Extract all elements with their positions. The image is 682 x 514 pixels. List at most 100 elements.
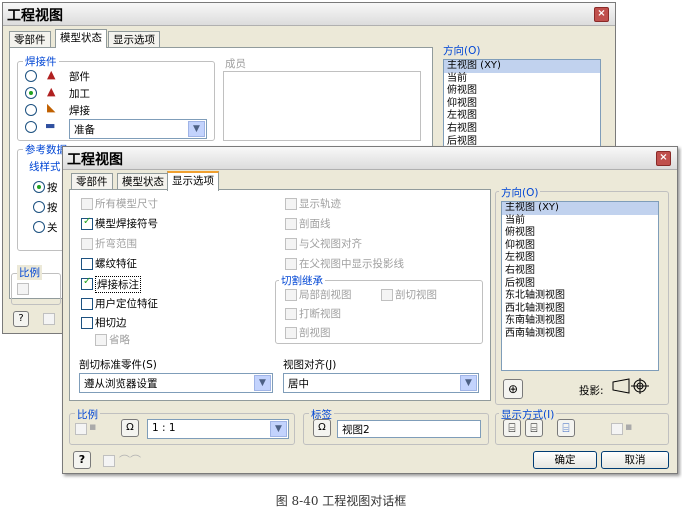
list-item[interactable]: 仰视图 [444,98,600,111]
back-radio-preparation[interactable] [25,121,37,133]
back-welds-icon: ◣ [47,101,56,114]
back-radio-machining[interactable] [25,87,37,99]
chevron-down-icon: ▼ [460,375,477,391]
back-ref-radio-1[interactable] [33,181,45,193]
display-style-checkbox[interactable] [611,423,623,435]
checkbox-label: 省略 [109,334,130,346]
back-orientation-list[interactable]: 主视图 (XY) 当前 俯视图 仰视图 左视图 右视图 后视图 [443,59,601,149]
checkbox-label: 剖面线 [299,218,331,230]
scale-from-base-checkbox[interactable] [75,423,87,435]
ok-button[interactable]: 确定 [533,451,597,469]
back-radio-label: 焊接 [69,105,90,117]
back-tab-model-state[interactable]: 模型状态 [55,29,107,48]
check-icon: ✓ [83,216,92,227]
cut-inheritance-label: 切割继承 [279,273,325,288]
checkbox-breakout[interactable] [285,289,297,301]
scale-base-icon: ▪ [89,420,97,433]
view-align-label: 视图对齐(J) [283,359,337,371]
list-item[interactable]: 西南轴测视图 [502,328,658,341]
list-item[interactable]: 左视图 [444,110,600,123]
back-weldment-label: 焊接件 [23,54,59,69]
checkbox-foreshortened[interactable] [95,334,107,346]
list-item[interactable]: 俯视图 [502,227,658,240]
label-param-icon[interactable]: Ω [313,419,331,437]
list-item[interactable]: 右视图 [502,265,658,278]
list-item[interactable]: 右视图 [444,123,600,136]
display-style-base-icon: ▪ [625,420,633,433]
hidden-line-removed-icon[interactable]: ⌸ [525,419,543,437]
back-weldment-combo[interactable]: 准备 ▼ [69,119,207,139]
orientation-list[interactable]: 主视图 (XY) 当前 俯视图 仰视图 左视图 右视图 后视图 东北轴测视图 西… [501,201,659,371]
hidden-line-icon[interactable]: ⌸ [503,419,521,437]
list-item[interactable]: 东北轴测视图 [502,290,658,303]
scale-param-icon[interactable]: Ω [121,419,139,437]
checkbox-thread-features[interactable] [81,258,93,270]
checkbox-label: 相切边 [95,317,127,329]
checkbox-label: 剖切视图 [395,289,437,301]
back-title-bar: 工程视图 × [3,3,615,26]
cancel-button[interactable]: 取消 [601,451,669,469]
tab-display-options[interactable]: 显示选项 [167,171,219,191]
list-item[interactable]: 当前 [502,215,658,228]
checkbox-tangent-edges[interactable] [81,317,93,329]
checkbox-align-to-base[interactable] [285,238,297,250]
section-std-combo[interactable]: 遵从浏览器设置 ▼ [79,373,273,393]
back-ref-radio-label: 按 [47,182,58,194]
back-tab-display[interactable]: 显示选项 [108,31,160,48]
back-members-label: 成员 [223,56,248,71]
back-bottom-checkbox[interactable] [43,313,55,325]
back-orientation-label: 方向(O) [441,43,483,58]
section-std-label: 剖切标准零件(S) [79,359,157,371]
back-ref-radio-label: 关 [47,222,58,234]
checkbox-break[interactable] [285,308,297,320]
checkbox-model-weld-symbols[interactable]: ✓ [81,216,93,230]
tab-model-state[interactable]: 模型状态 [117,173,169,190]
chevron-down-icon: ▼ [254,375,271,391]
list-item[interactable]: 仰视图 [502,240,658,253]
back-scale-checkbox[interactable] [17,283,29,295]
checkbox-label: 在父视图中显示投影线 [299,258,404,270]
checkbox-show-trails[interactable] [285,198,297,210]
back-ref-radio-3[interactable] [33,221,45,233]
checkbox-all-model-dims[interactable] [81,198,93,210]
checkbox-section[interactable] [285,327,297,339]
close-icon[interactable]: × [656,151,671,166]
list-item[interactable]: 后视图 [502,278,658,291]
list-item[interactable]: 左视图 [502,252,658,265]
zoom-view-icon[interactable]: ⊕ [503,379,523,399]
back-ref-radio-2[interactable] [33,201,45,213]
checkbox-label: 显示轨迹 [299,198,341,210]
back-help-icon[interactable]: ? [13,311,29,327]
shaded-icon[interactable]: ⌸ [557,419,575,437]
list-item[interactable]: 主视图 (XY) [444,60,600,73]
checkbox-show-projection-lines[interactable] [285,258,297,270]
projection-symbol-icon[interactable] [611,377,651,395]
checkbox-bend-extents[interactable] [81,238,93,250]
back-scale-label: 比例 [17,265,42,280]
front-title: 工程视图 [67,152,123,168]
view-label-input[interactable]: 视图2 [337,420,481,438]
tab-parts[interactable]: 零部件 [71,173,113,190]
back-radio-welds[interactable] [25,104,37,116]
back-radio-assembly[interactable] [25,70,37,82]
back-tab-parts[interactable]: 零部件 [9,31,51,48]
preview-checkbox[interactable] [103,455,115,467]
checkbox-slice[interactable] [381,289,393,301]
projection-label: 投影: [579,385,604,397]
list-item[interactable]: 俯视图 [444,85,600,98]
list-item[interactable]: 东南轴测视图 [502,315,658,328]
list-item[interactable]: 西北轴测视图 [502,303,658,316]
checkbox-weld-annotations[interactable]: ✓ [81,276,93,290]
list-item[interactable]: 当前 [444,73,600,86]
scale-combo[interactable]: 1 : 1 ▼ [147,419,289,439]
help-icon[interactable]: ? [73,451,91,469]
checkbox-hatching[interactable] [285,218,297,230]
checkbox-label: 模型焊接符号 [95,218,158,230]
list-item[interactable]: 主视图 (XY) [502,202,658,215]
back-members-list[interactable] [223,71,421,141]
chevron-down-icon: ▼ [270,421,287,437]
back-close-icon[interactable]: × [594,7,609,22]
checkbox-user-work-features[interactable] [81,298,93,310]
front-title-bar: 工程视图 × [63,147,677,170]
view-align-combo[interactable]: 居中 ▼ [283,373,479,393]
